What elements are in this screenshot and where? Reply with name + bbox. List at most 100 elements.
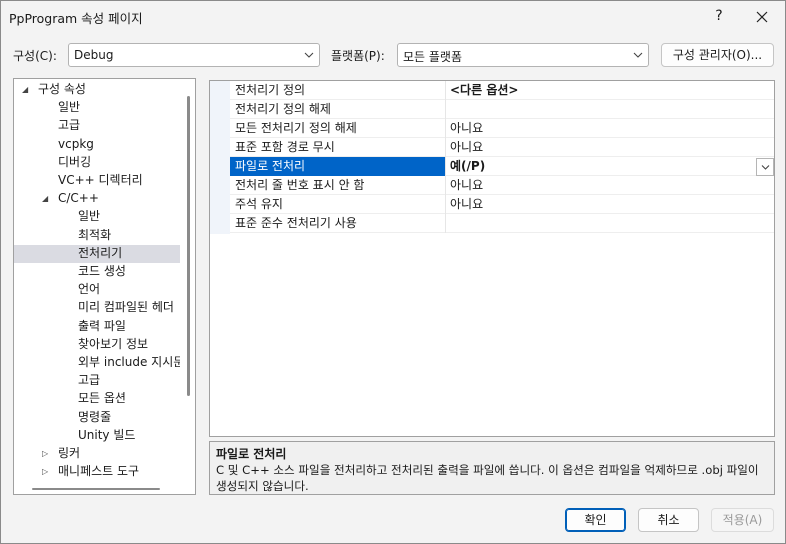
tree-item[interactable]: 최적화 <box>14 227 180 245</box>
tree-item-label: 일반 <box>58 100 81 114</box>
tree-item[interactable]: Unity 빌드 <box>14 427 180 445</box>
category-tree[interactable]: ◢ 구성 속성 일반 고급 vcpkg 디버깅 VC++ 디렉터리 ◢ C/C++ 일반 최적화 전처… <box>13 78 196 495</box>
tree-item[interactable]: ▷ 매니페스트 도구 <box>14 463 180 481</box>
property-name: 전처리기 정의 <box>230 81 446 100</box>
tree-item[interactable]: 출력 파일 <box>14 318 180 336</box>
tree-item-label: 전처리기 <box>78 246 123 260</box>
tree-item-label: 최적화 <box>78 228 112 242</box>
tree-item-label: 매니페스트 도구 <box>58 464 140 478</box>
property-row[interactable]: 표준 준수 전처리기 사용 <box>230 214 774 233</box>
expanded-caret-icon[interactable]: ◢ <box>22 81 28 98</box>
property-name: 전처리기 정의 해제 <box>230 100 446 119</box>
tree-item[interactable]: 고급 <box>14 372 180 390</box>
property-value[interactable]: <다른 옵션> <box>447 81 757 100</box>
tree-item[interactable]: 외부 include 지시문 <box>14 354 180 372</box>
tree-item-label: 고급 <box>78 373 101 387</box>
chevron-down-icon <box>633 52 643 58</box>
tree-item-label: 코드 생성 <box>78 264 126 278</box>
property-value[interactable]: 아니요 <box>447 176 757 195</box>
tree-item-label: vcpkg <box>58 137 94 151</box>
tree-item[interactable]: 언어 <box>14 281 180 299</box>
description-panel: 파일로 전처리 C 및 C++ 소스 파일을 전처리하고 전처리된 출력을 파일… <box>209 441 775 495</box>
tree-item[interactable]: vcpkg <box>14 136 180 154</box>
chevron-down-icon <box>304 52 314 58</box>
tree-item[interactable]: 일반 <box>14 99 180 117</box>
property-row[interactable]: 표준 포함 경로 무시 아니요 <box>230 138 774 157</box>
tree-item-label: Unity 빌드 <box>78 428 136 442</box>
tree-vertical-scrollbar[interactable] <box>187 96 190 396</box>
property-value[interactable]: 아니요 <box>447 195 757 214</box>
tree-item[interactable]: 모든 옵션 <box>14 390 180 408</box>
tree-item[interactable]: 명령줄 <box>14 409 180 427</box>
property-row[interactable]: 전처리 줄 번호 표시 안 함 아니요 <box>230 176 774 195</box>
tree-item-label: VC++ 디렉터리 <box>58 173 143 187</box>
collapsed-caret-icon[interactable]: ▷ <box>42 445 48 462</box>
property-pages-window: PpProgram 속성 페이지 ? 구성(C): Debug 플랫폼(P): … <box>0 0 786 544</box>
tree-item-label: 명령줄 <box>78 410 112 424</box>
tree-item-label: C/C++ <box>58 191 99 205</box>
property-value[interactable]: 아니요 <box>447 119 757 138</box>
ok-button[interactable]: 확인 <box>565 508 626 532</box>
tree-item-label: 미리 컴파일된 헤더 <box>78 300 174 314</box>
value-dropdown-button[interactable] <box>756 158 774 176</box>
property-row[interactable]: 주석 유지 아니요 <box>230 195 774 214</box>
tree-item-label: 링커 <box>58 446 81 460</box>
tree-horizontal-scrollbar[interactable] <box>32 488 160 490</box>
description-title: 파일로 전처리 <box>216 447 287 461</box>
tree-item-label: 고급 <box>58 118 81 132</box>
cancel-button[interactable]: 취소 <box>638 508 699 532</box>
title-bar: PpProgram 속성 페이지 ? <box>1 1 785 33</box>
tree-item[interactable]: 찾아보기 정보 <box>14 336 180 354</box>
grid-margin <box>210 81 230 234</box>
tree-item[interactable]: 디버깅 <box>14 154 180 172</box>
tree-item-label: 언어 <box>78 282 101 296</box>
platform-value: 모든 플랫폼 <box>403 50 463 64</box>
platform-dropdown[interactable]: 모든 플랫폼 <box>397 43 649 67</box>
apply-button[interactable]: 적용(A) <box>711 508 774 532</box>
property-name: 전처리 줄 번호 표시 안 함 <box>230 176 446 195</box>
config-value: Debug <box>74 48 114 62</box>
chevron-down-icon <box>761 165 769 170</box>
tree-item[interactable]: ◢ 구성 속성 <box>14 81 180 99</box>
tree-item-label: 모든 옵션 <box>78 391 126 405</box>
property-name: 표준 준수 전처리기 사용 <box>230 214 446 233</box>
tree-item-label: 출력 파일 <box>78 319 126 333</box>
tree-item-label: 일반 <box>78 209 101 223</box>
tree-item-label: 외부 include 지시문 <box>78 355 180 369</box>
property-value[interactable] <box>447 100 757 119</box>
tree-item-label: 디버깅 <box>58 155 92 169</box>
property-name: 표준 포함 경로 무시 <box>230 138 446 157</box>
tree-item[interactable]: ◢ C/C++ <box>14 190 180 208</box>
tree-item[interactable]: 전처리기 <box>14 245 180 263</box>
close-icon <box>756 11 768 23</box>
property-value[interactable]: 아니요 <box>447 138 757 157</box>
tree-item[interactable]: 일반 <box>14 208 180 226</box>
property-name: 파일로 전처리 <box>230 157 446 176</box>
property-value[interactable] <box>447 214 757 233</box>
config-manager-button[interactable]: 구성 관리자(O)... <box>661 43 774 67</box>
description-text: C 및 C++ 소스 파일을 전처리하고 전처리된 출력을 파일에 씁니다. 이… <box>216 463 759 493</box>
property-row[interactable]: 전처리기 정의 <다른 옵션> <box>230 81 774 100</box>
tree-item[interactable]: 고급 <box>14 117 180 135</box>
config-dropdown[interactable]: Debug <box>68 43 320 67</box>
property-name: 모든 전처리기 정의 해제 <box>230 119 446 138</box>
tree-item[interactable]: 코드 생성 <box>14 263 180 281</box>
platform-label: 플랫폼(P): <box>331 49 385 63</box>
property-row[interactable]: 전처리기 정의 해제 <box>230 100 774 119</box>
collapsed-caret-icon[interactable]: ▷ <box>42 463 48 480</box>
property-value[interactable]: 예(/P) <box>447 157 757 176</box>
expanded-caret-icon[interactable]: ◢ <box>42 190 48 207</box>
window-title: PpProgram 속성 페이지 <box>9 11 143 26</box>
property-grid[interactable]: 전처리기 정의 <다른 옵션> 전처리기 정의 해제 모든 전처리기 정의 해제 아니요… <box>209 80 775 437</box>
close-button[interactable] <box>749 5 775 29</box>
tree-item[interactable]: VC++ 디렉터리 <box>14 172 180 190</box>
property-name: 주석 유지 <box>230 195 446 214</box>
tree-item[interactable]: 미리 컴파일된 헤더 <box>14 299 180 317</box>
property-row[interactable]: 파일로 전처리 예(/P) <box>230 157 774 176</box>
tree-item-label: 구성 속성 <box>38 82 86 96</box>
tree-item-label: 찾아보기 정보 <box>78 337 149 351</box>
property-row[interactable]: 모든 전처리기 정의 해제 아니요 <box>230 119 774 138</box>
help-button[interactable]: ? <box>707 5 731 29</box>
config-label: 구성(C): <box>13 49 57 63</box>
tree-item[interactable]: ▷ 링커 <box>14 445 180 463</box>
